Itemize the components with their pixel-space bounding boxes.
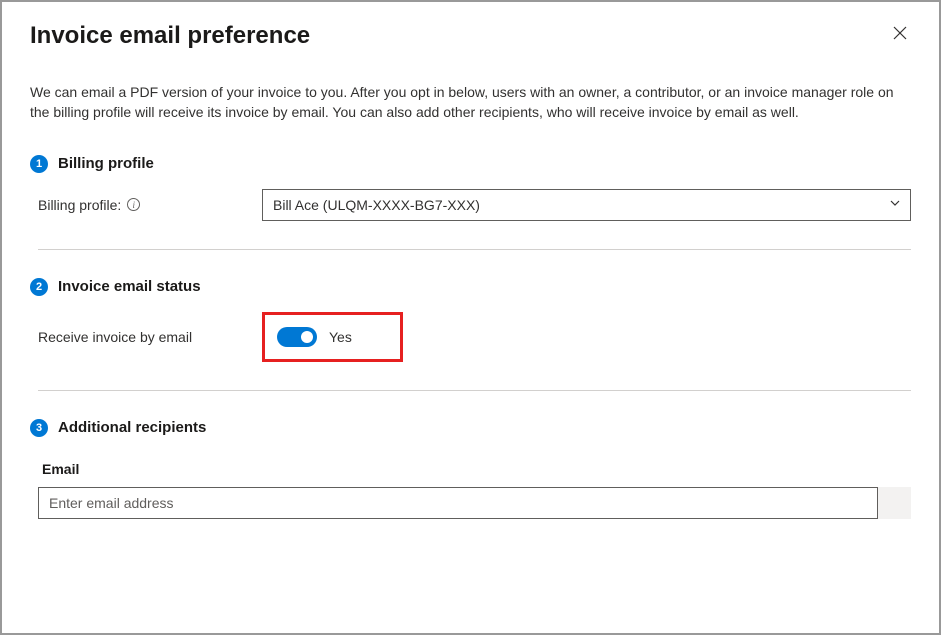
section-divider — [38, 390, 911, 391]
section-title: Invoice email status — [58, 278, 201, 295]
step-badge: 3 — [30, 419, 48, 437]
close-icon — [893, 27, 907, 44]
email-column-header: Email — [38, 461, 911, 477]
email-section: Email — [38, 461, 911, 519]
step-badge: 2 — [30, 278, 48, 296]
select-value: Bill Ace (ULQM-XXXX-BG7-XXX) — [273, 197, 480, 213]
section-header: 3 Additional recipients — [30, 419, 911, 437]
step-badge: 1 — [30, 155, 48, 173]
toggle-highlight-box: Yes — [262, 312, 403, 362]
panel-header: Invoice email preference — [30, 22, 911, 50]
receive-invoice-label: Receive invoice by email — [38, 329, 262, 345]
section-title: Billing profile — [58, 155, 154, 172]
billing-profile-select[interactable]: Bill Ace (ULQM-XXXX-BG7-XXX) — [262, 189, 911, 221]
section-additional-recipients: 3 Additional recipients Email — [30, 419, 911, 519]
panel-title: Invoice email preference — [30, 22, 310, 50]
receive-invoice-toggle[interactable] — [277, 327, 317, 347]
section-header: 1 Billing profile — [30, 155, 911, 173]
email-input[interactable] — [38, 487, 878, 519]
info-icon[interactable]: i — [127, 198, 140, 211]
section-billing-profile: 1 Billing profile Billing profile: i Bil… — [30, 155, 911, 221]
section-header: 2 Invoice email status — [30, 278, 911, 296]
billing-profile-row: Billing profile: i Bill Ace (ULQM-XXXX-B… — [38, 189, 911, 221]
section-invoice-status: 2 Invoice email status Receive invoice b… — [30, 278, 911, 362]
panel-description: We can email a PDF version of your invoi… — [30, 82, 911, 123]
billing-profile-label: Billing profile: i — [38, 197, 262, 213]
section-divider — [38, 249, 911, 250]
receive-invoice-row: Receive invoice by email Yes — [38, 312, 911, 362]
email-input-row — [38, 487, 911, 519]
close-button[interactable] — [889, 22, 911, 48]
billing-profile-select-wrapper: Bill Ace (ULQM-XXXX-BG7-XXX) — [262, 189, 911, 221]
label-text: Billing profile: — [38, 197, 121, 213]
section-title: Additional recipients — [58, 419, 206, 436]
toggle-value-text: Yes — [329, 329, 352, 345]
toggle-thumb — [301, 331, 313, 343]
